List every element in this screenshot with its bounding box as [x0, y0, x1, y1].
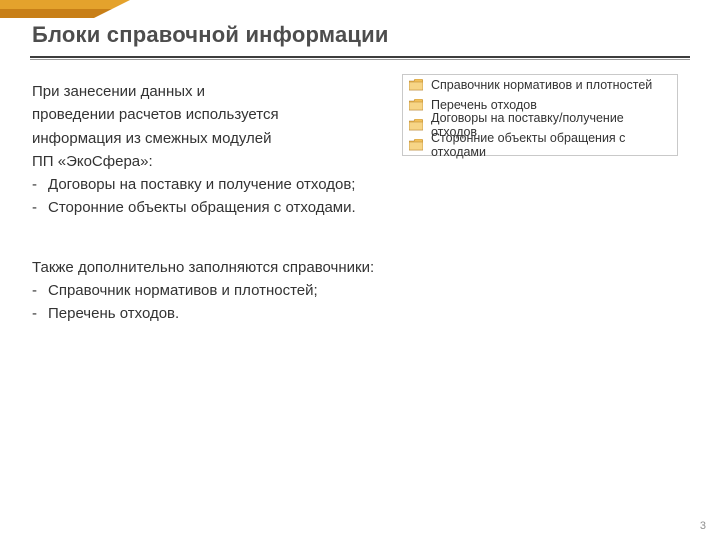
- title-underline: [30, 56, 690, 60]
- list-item-text: Справочник нормативов и плотностей;: [48, 279, 318, 302]
- list-item-text: Перечень отходов.: [48, 302, 179, 325]
- body-text: При занесении данных и проведении расчет…: [32, 80, 672, 325]
- page-number: 3: [700, 520, 706, 532]
- list-item: - Справочник нормативов и плотностей;: [32, 279, 672, 302]
- intro-line: ПП «ЭкоСфера»:: [32, 150, 672, 173]
- list-item-text: Договоры на поставку и получение отходов…: [48, 173, 355, 196]
- slide-title: Блоки справочной информации: [32, 22, 389, 48]
- corner-decoration: [0, 0, 130, 18]
- slide: Блоки справочной информации Справочник н…: [0, 0, 720, 540]
- dash-bullet: -: [32, 302, 48, 325]
- dash-bullet: -: [32, 173, 48, 196]
- dash-bullet: -: [32, 196, 48, 219]
- bullet-list-2: - Справочник нормативов и плотностей; - …: [32, 279, 672, 326]
- bullet-list-1: - Договоры на поставку и получение отход…: [32, 173, 672, 220]
- intro-line: информация из смежных модулей: [32, 127, 672, 150]
- list-item: - Сторонние объекты обращения с отходами…: [32, 196, 672, 219]
- intro-line: При занесении данных и: [32, 80, 672, 103]
- list-item: - Перечень отходов.: [32, 302, 672, 325]
- list-item: - Договоры на поставку и получение отход…: [32, 173, 672, 196]
- dash-bullet: -: [32, 279, 48, 302]
- list-item-text: Сторонние объекты обращения с отходами.: [48, 196, 356, 219]
- intro-line: проведении расчетов используется: [32, 103, 672, 126]
- paragraph-2: Также дополнительно заполняются справочн…: [32, 256, 672, 279]
